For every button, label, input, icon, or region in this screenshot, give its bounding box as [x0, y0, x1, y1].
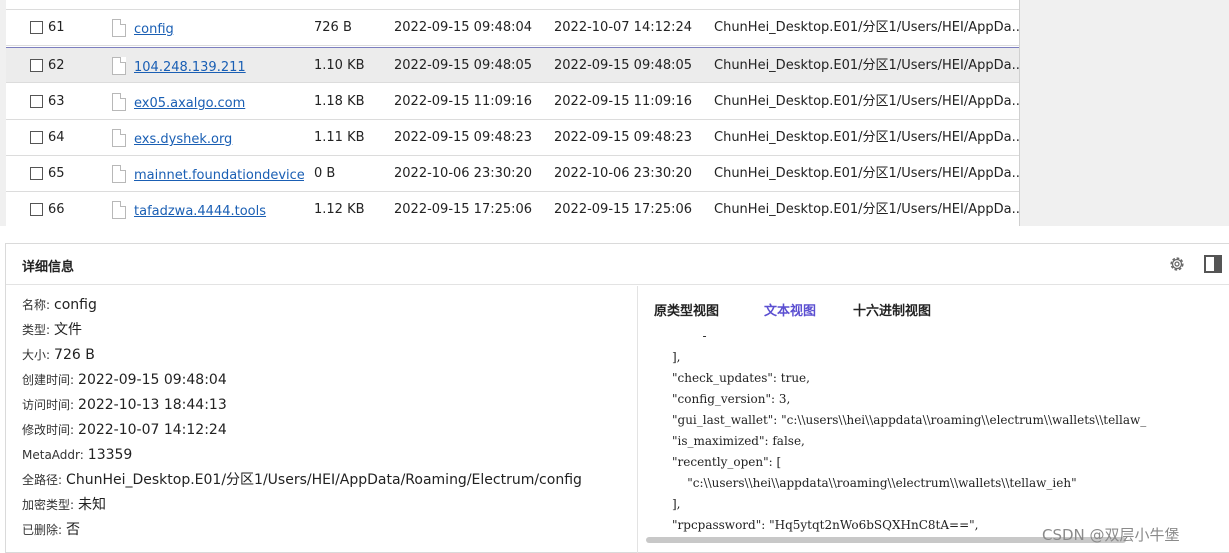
code-line: "config_version": 3,: [672, 392, 791, 406]
file-name-link[interactable]: config: [134, 12, 304, 48]
tab-native-view[interactable]: 原类型视图: [654, 300, 719, 319]
tab-hex-view[interactable]: 十六进制视图: [853, 300, 931, 319]
table-row[interactable]: 63 ex05.axalgo.com 1.18 KB 2022-09-15 11…: [6, 84, 1019, 120]
file-name-link[interactable]: ex05.axalgo.com: [134, 86, 304, 122]
file-path: ChunHei_Desktop.E01/分区1/Users/HEI/AppDa.…: [714, 20, 1019, 35]
code-line: "is_maximized": false,: [672, 434, 805, 448]
modified-time: 2022-09-15 17:25:06: [554, 202, 693, 217]
code-line: -: [672, 329, 707, 343]
created-time: 2022-09-15 09:48:05: [394, 58, 533, 73]
file-name-link[interactable]: 104.248.139.211: [134, 50, 304, 86]
modified-time: 2022-09-15 11:09:16: [554, 94, 693, 109]
row-checkbox[interactable]: [30, 21, 43, 34]
file-name-link[interactable]: mainnet.foundationdevices.: [134, 158, 304, 194]
file-icon: [112, 93, 126, 111]
row-checkbox[interactable]: [30, 95, 43, 108]
file-icon: [112, 201, 126, 219]
file-icon: [112, 57, 126, 75]
modified-time: 2022-09-15 09:48:05: [554, 58, 693, 73]
file-path: ChunHei_Desktop.E01/分区1/Users/HEI/AppDa.…: [714, 166, 1019, 181]
details-panel: 详细信息 名称: config 类型: 文件 大小: 726 B 创建时间: 2022-…: [5, 243, 1229, 553]
panel-toggle-icon[interactable]: [1204, 255, 1222, 273]
table-row[interactable]: 64 exs.dyshek.org 1.11 KB 2022-09-15 09:…: [6, 120, 1019, 156]
created-time: 2022-10-06 23:30:20: [394, 166, 533, 181]
table-row-selected[interactable]: 62 104.248.139.211 1.10 KB 2022-09-15 09…: [6, 47, 1019, 83]
file-size: 1.10 KB: [314, 58, 365, 73]
details-title: 详细信息: [22, 260, 75, 275]
file-name-link[interactable]: exs.dyshek.org: [134, 122, 304, 158]
table-row[interactable]: 66 tafadzwa.4444.tools 1.12 KB 2022-09-1…: [6, 192, 1019, 226]
watermark: CSDN @双层小牛堡: [1042, 526, 1180, 544]
created-time: 2022-09-15 09:48:23: [394, 130, 533, 145]
code-line: "recently_open": [: [672, 455, 782, 469]
modified-time: 2022-09-15 09:48:23: [554, 130, 693, 145]
code-line: "gui_last_wallet": "c:\\users\\hei\\appd…: [672, 413, 1147, 427]
created-time: 2022-09-15 11:09:16: [394, 94, 533, 109]
row-index: 61: [48, 20, 65, 35]
prop-modified: 修改时间: 2022-10-07 14:12:24: [22, 422, 227, 438]
prop-name: 名称: config: [22, 297, 97, 313]
file-size: 1.12 KB: [314, 202, 365, 217]
row-index: 63: [48, 94, 65, 109]
prop-full-path: 全路径: ChunHei_Desktop.E01/分区1/Users/HEI/Ap…: [22, 472, 582, 488]
row-index: 66: [48, 202, 65, 217]
file-path: ChunHei_Desktop.E01/分区1/Users/HEI/AppDa.…: [714, 58, 1019, 73]
table-row[interactable]: 61 config 726 B 2022-09-15 09:48:04 2022…: [6, 10, 1019, 46]
table-scroll-edge: [1019, 0, 1020, 226]
code-line: ],: [672, 497, 681, 511]
file-size: 0 B: [314, 166, 336, 181]
file-icon: [112, 19, 126, 37]
file-path: ChunHei_Desktop.E01/分区1/Users/HEI/AppDa.…: [714, 94, 1019, 109]
gear-icon[interactable]: [1168, 255, 1186, 273]
table-row-partial: [6, 0, 1019, 10]
created-time: 2022-09-15 17:25:06: [394, 202, 533, 217]
file-icon: [112, 129, 126, 147]
code-line: "check_updates": true,: [672, 371, 810, 385]
row-checkbox[interactable]: [30, 131, 43, 144]
file-size: 1.18 KB: [314, 94, 365, 109]
prop-type: 类型: 文件: [22, 322, 83, 338]
prop-deleted: 已删除: 否: [22, 522, 81, 538]
prop-created: 创建时间: 2022-09-15 09:48:04: [22, 372, 227, 388]
prop-accessed: 访问时间: 2022-10-13 18:44:13: [22, 397, 227, 413]
file-path: ChunHei_Desktop.E01/分区1/Users/HEI/AppDa.…: [714, 202, 1019, 217]
file-size: 1.11 KB: [314, 130, 365, 145]
code-line: "c:\\users\\hei\\appdata\\roaming\\elect…: [672, 476, 1077, 490]
row-checkbox[interactable]: [30, 203, 43, 216]
modified-time: 2022-10-07 14:12:24: [554, 20, 693, 35]
row-index: 64: [48, 130, 65, 145]
file-path: ChunHei_Desktop.E01/分区1/Users/HEI/AppDa.…: [714, 130, 1019, 145]
file-name-link[interactable]: tafadzwa.4444.tools: [134, 194, 304, 226]
file-table: 61 config 726 B 2022-09-15 09:48:04 2022…: [6, 0, 1019, 226]
file-table-area: 61 config 726 B 2022-09-15 09:48:04 2022…: [0, 0, 1229, 226]
prop-encryption: 加密类型: 未知: [22, 497, 107, 513]
row-checkbox[interactable]: [30, 167, 43, 180]
table-row[interactable]: 65 mainnet.foundationdevices. 0 B 2022-1…: [6, 156, 1019, 192]
prop-size: 大小: 726 B: [22, 347, 95, 363]
text-view-content[interactable]: - ], "check_updates": true, "config_vers…: [672, 326, 1229, 536]
row-index: 65: [48, 166, 65, 181]
row-checkbox[interactable]: [30, 59, 43, 72]
prop-metaaddr: MetaAddr: 13359: [22, 447, 133, 463]
created-time: 2022-09-15 09:48:04: [394, 20, 533, 35]
file-icon: [112, 165, 126, 183]
file-size: 726 B: [314, 20, 352, 35]
properties-list: 名称: config 类型: 文件 大小: 726 B 创建时间: 2022-09-15…: [22, 296, 632, 546]
code-line: ],: [672, 350, 681, 364]
modified-time: 2022-10-06 23:30:20: [554, 166, 693, 181]
row-index: 62: [48, 58, 65, 73]
tab-text-view[interactable]: 文本视图: [764, 300, 816, 319]
details-header: 详细信息: [6, 244, 1229, 285]
panel-divider: [637, 286, 638, 553]
